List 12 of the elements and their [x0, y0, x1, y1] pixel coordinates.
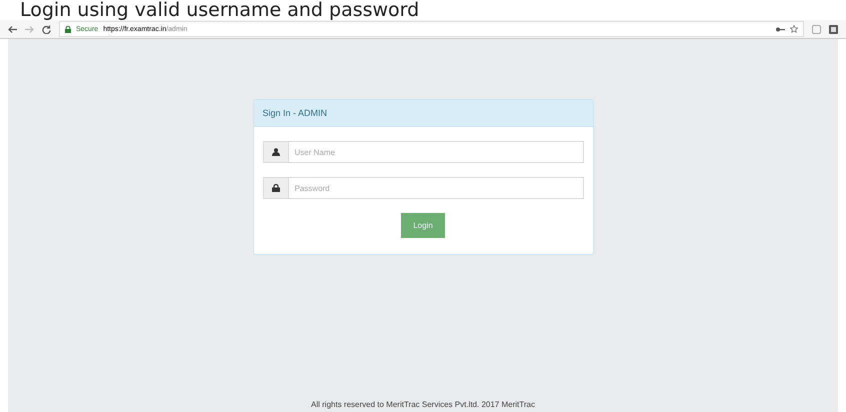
- back-arrow-icon[interactable]: [8, 26, 17, 32]
- lock-icon: [65, 26, 71, 32]
- lock-icon: [272, 184, 280, 192]
- card-header: Sign In - ADMIN: [254, 100, 592, 127]
- user-icon: [272, 148, 280, 156]
- password-field[interactable]: Password: [288, 177, 584, 199]
- footer-text: All rights reserved to MeritTrac Services Pvt.ltd. 2017 MeritTrac: [311, 400, 535, 411]
- star-icon[interactable]: [790, 25, 798, 33]
- reload-icon[interactable]: [42, 24, 51, 34]
- key-icon[interactable]: [776, 26, 785, 32]
- username-field[interactable]: User Name: [288, 141, 584, 163]
- slide-caption: Login using valid username and password: [19, 0, 420, 20]
